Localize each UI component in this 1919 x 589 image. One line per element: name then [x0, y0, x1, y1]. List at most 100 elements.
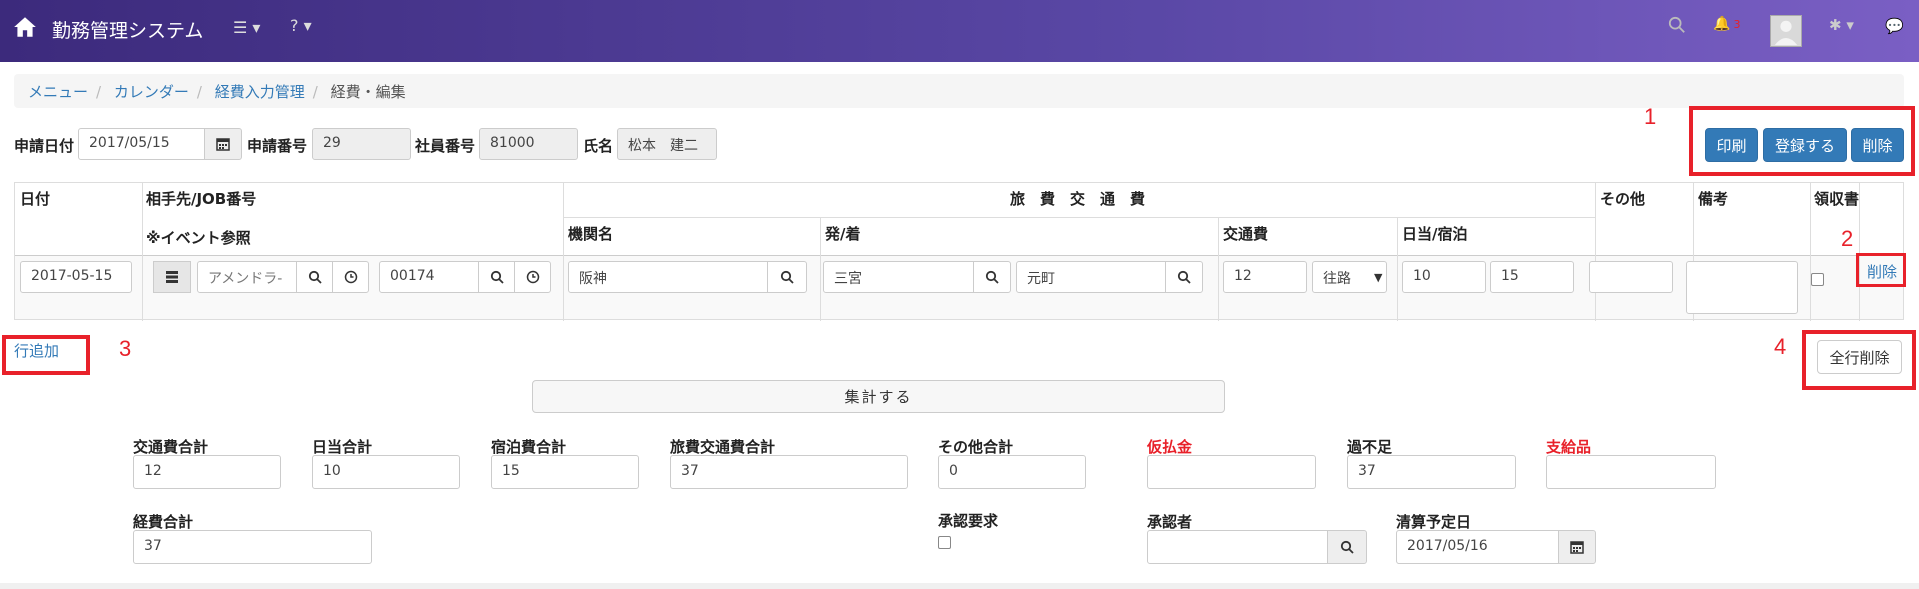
organization-input[interactable]: 阪神 — [568, 261, 768, 293]
header-travel: 旅 費 交 通 費 — [1010, 190, 1146, 208]
advance-field[interactable] — [1147, 455, 1316, 489]
settings-dropdown[interactable]: ✱ ▾ — [1829, 16, 1854, 34]
calculate-button[interactable]: 集計する — [532, 380, 1225, 413]
departure-search-button[interactable] — [973, 261, 1011, 293]
help-dropdown[interactable]: ? ▾ — [290, 16, 312, 35]
partner-input[interactable]: アメンドラ- — [197, 261, 297, 293]
fare-total-field[interactable]: 12 — [133, 455, 281, 489]
daily-allowance-input[interactable]: 10 — [1402, 261, 1486, 293]
settle-date-input[interactable]: 2017/05/16 — [1396, 530, 1559, 564]
organization-search-button[interactable] — [767, 261, 807, 293]
breadcrumb-calendar[interactable]: カレンダー — [114, 83, 189, 101]
arrival-search-button[interactable] — [1165, 261, 1203, 293]
app-title[interactable]: 勤務管理システム — [52, 16, 203, 43]
user-silhouette-icon — [1774, 20, 1798, 46]
breadcrumb: メニュー / カレンダー / 経費入力管理 / 経費・編集 — [14, 74, 1904, 108]
chevron-down-icon: ▼ — [1374, 271, 1383, 284]
row-delete-link[interactable]: 削除 — [1867, 261, 1897, 282]
add-row-link[interactable]: 行追加 — [14, 340, 59, 361]
notification-bell[interactable]: 🔔 3 — [1713, 16, 1740, 32]
notification-count: 3 — [1733, 18, 1741, 31]
divider — [1859, 183, 1860, 321]
approval-request-checkbox[interactable] — [938, 536, 951, 549]
search-icon — [1340, 540, 1354, 554]
calendar-button[interactable] — [204, 128, 242, 160]
search-icon — [490, 270, 504, 284]
lodging-total-label: 宿泊費合計 — [491, 438, 567, 456]
search-icon[interactable] — [1668, 16, 1686, 34]
approver-label: 承認者 — [1147, 513, 1193, 531]
daily-total-label: 日当合計 — [312, 438, 373, 456]
approval-request-label: 承認要求 — [938, 512, 999, 530]
expense-total-field[interactable]: 37 — [133, 530, 372, 564]
clock-icon — [344, 270, 357, 284]
application-date-label: 申請日付 — [14, 137, 75, 155]
avatar[interactable] — [1770, 15, 1802, 47]
expense-table: 日付 相手先/JOB番号 ※イベント参照 旅 費 交 通 費 機関名 発/着 交… — [14, 182, 1905, 321]
application-date-input[interactable]: 2017/05/15 — [78, 128, 205, 160]
row-date-input[interactable]: 2017-05-15 — [20, 261, 132, 293]
header-partner: 相手先/JOB番号 — [146, 190, 257, 208]
other-total-field[interactable]: 0 — [938, 455, 1086, 489]
breadcrumb-separator: / — [312, 83, 318, 101]
annotation-3: 3 — [119, 336, 132, 361]
partner-history-button[interactable] — [332, 261, 369, 293]
annotation-4: 4 — [1774, 334, 1787, 359]
settle-date-label: 清算予定日 — [1396, 513, 1472, 531]
application-number-field: 29 — [312, 128, 411, 160]
list-menu-dropdown[interactable]: ☰ ▾ — [233, 18, 260, 37]
delete-all-rows-button[interactable]: 全行削除 — [1817, 340, 1902, 374]
breadcrumb-menu[interactable]: メニュー — [28, 83, 88, 101]
lodging-input[interactable]: 15 — [1490, 261, 1574, 293]
receipt-checkbox[interactable] — [1811, 273, 1824, 286]
gear-icon: ✱ — [1829, 16, 1842, 34]
settle-calendar-button[interactable] — [1558, 530, 1596, 564]
divider — [820, 217, 821, 321]
approver-input[interactable] — [1147, 530, 1328, 564]
job-search-button[interactable] — [478, 261, 515, 293]
chat-icon[interactable]: 💬 — [1885, 17, 1904, 35]
clock-icon — [526, 270, 539, 284]
lodging-total-field[interactable]: 15 — [491, 455, 639, 489]
divider — [142, 183, 143, 321]
approver-search-button[interactable] — [1327, 530, 1367, 564]
travel-total-field[interactable]: 37 — [670, 455, 908, 489]
header-org: 機関名 — [568, 225, 614, 243]
breadcrumb-expense-management[interactable]: 経費入力管理 — [215, 83, 305, 101]
register-button[interactable]: 登録する — [1763, 128, 1847, 162]
job-history-button[interactable] — [514, 261, 551, 293]
divider — [15, 255, 1905, 256]
search-icon — [1177, 270, 1191, 284]
delete-button[interactable]: 削除 — [1851, 128, 1904, 162]
divider — [1810, 183, 1811, 321]
application-number-label: 申請番号 — [247, 137, 308, 155]
breadcrumb-separator: / — [196, 83, 202, 101]
home-icon[interactable] — [12, 14, 38, 40]
departure-input[interactable]: 三宮 — [823, 261, 974, 293]
calendar-icon — [216, 138, 230, 151]
employee-number-field: 81000 — [479, 128, 578, 160]
header-date: 日付 — [20, 190, 51, 208]
note-textarea[interactable] — [1686, 261, 1798, 314]
divider — [1595, 183, 1596, 321]
travel-total-label: 旅費交通費合計 — [670, 438, 776, 456]
print-button[interactable]: 印刷 — [1705, 128, 1758, 162]
event-list-button[interactable] — [153, 261, 191, 293]
header-daily: 日当/宿泊 — [1402, 225, 1468, 243]
payment-field[interactable] — [1546, 455, 1716, 489]
balance-field[interactable]: 37 — [1347, 455, 1516, 489]
expense-total-label: 経費合計 — [133, 513, 194, 531]
other-input[interactable] — [1589, 261, 1673, 293]
daily-total-field[interactable]: 10 — [312, 455, 460, 489]
payment-label: 支給品 — [1546, 438, 1592, 456]
header-other: その他 — [1600, 190, 1646, 208]
job-number-input[interactable]: 00174 — [379, 261, 479, 293]
bottom-scrollbar — [0, 583, 1919, 589]
annotation-1: 1 — [1644, 104, 1657, 129]
partner-search-button[interactable] — [296, 261, 333, 293]
fare-input[interactable]: 12 — [1223, 261, 1307, 293]
search-icon — [985, 270, 999, 284]
header-fare: 交通費 — [1223, 225, 1269, 243]
breadcrumb-separator: / — [96, 83, 102, 101]
arrival-input[interactable]: 元町 — [1016, 261, 1166, 293]
